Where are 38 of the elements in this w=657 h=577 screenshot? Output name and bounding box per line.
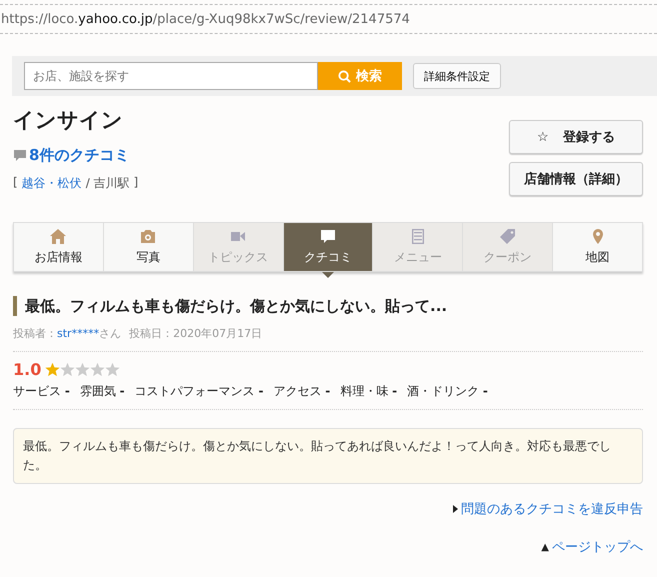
advanced-search-button[interactable]: 詳細条件設定 [413,63,501,89]
bracket: [ [13,175,18,191]
triangle-up-icon: ▲ [541,542,549,552]
post-date: 投稿日：2020年07月17日 [129,327,262,340]
nav-tab[interactable]: 写真 [102,223,193,271]
register-button[interactable]: ☆ 登録する [509,120,643,154]
author-suffix: さん [99,327,122,340]
rating-score: 1.0 [13,360,42,379]
area-link[interactable]: 越谷・松伏 [22,175,82,192]
place-name: インサイン [13,107,124,134]
tag-icon [498,228,517,245]
bracket: ] [134,175,138,191]
search-field[interactable]: お店、施設を探す [24,62,318,90]
url-text: https://loco.yahoo.co.jp/place/g-Xuq98kx7wSc/review/2147574 [0,12,410,26]
camera-icon [139,228,158,245]
address-bar[interactable]: https://loco.yahoo.co.jp/place/g-Xuq98kx7wSc/review/2147574 [0,4,657,34]
subrating: 酒・ドリンク - [407,383,488,400]
subrating: アクセス - [273,383,330,400]
subrating: コストパフォーマンス - [134,383,264,400]
station-text: / 吉川駅 [86,175,130,192]
comment-icon [13,149,27,162]
page-top-link[interactable]: ページトップへ [552,538,643,556]
house-icon [49,228,68,245]
review-body: 最低。フィルムも車も傷だらけ。傷とか気にしない。貼ってあれば良いんだよ！って人向き。対応も最悪でした。 [13,428,643,484]
author-label: 投稿者： [13,327,57,340]
review-count-link[interactable]: 8件のクチコミ [29,146,130,165]
review-title: 最低。フィルムも車も傷だらけ。傷とか気にしない。貼って... [13,296,643,316]
nav-tab[interactable]: お店情報 [14,223,103,271]
speech-bubble-icon [319,228,337,245]
author-link[interactable]: str***** [57,327,100,340]
store-info-button[interactable]: 店舗情報（詳細） [509,162,643,196]
report-link[interactable]: 問題のあるクチコミを違反申告 [453,500,643,518]
subrating: 雰囲気 - [80,383,125,400]
search-icon [338,70,351,82]
subrating: サービス - [13,383,70,400]
filled-star-icon [45,362,60,377]
nav-tab[interactable]: 地図 [552,223,642,271]
subrating: 料理・味 - [340,383,398,400]
